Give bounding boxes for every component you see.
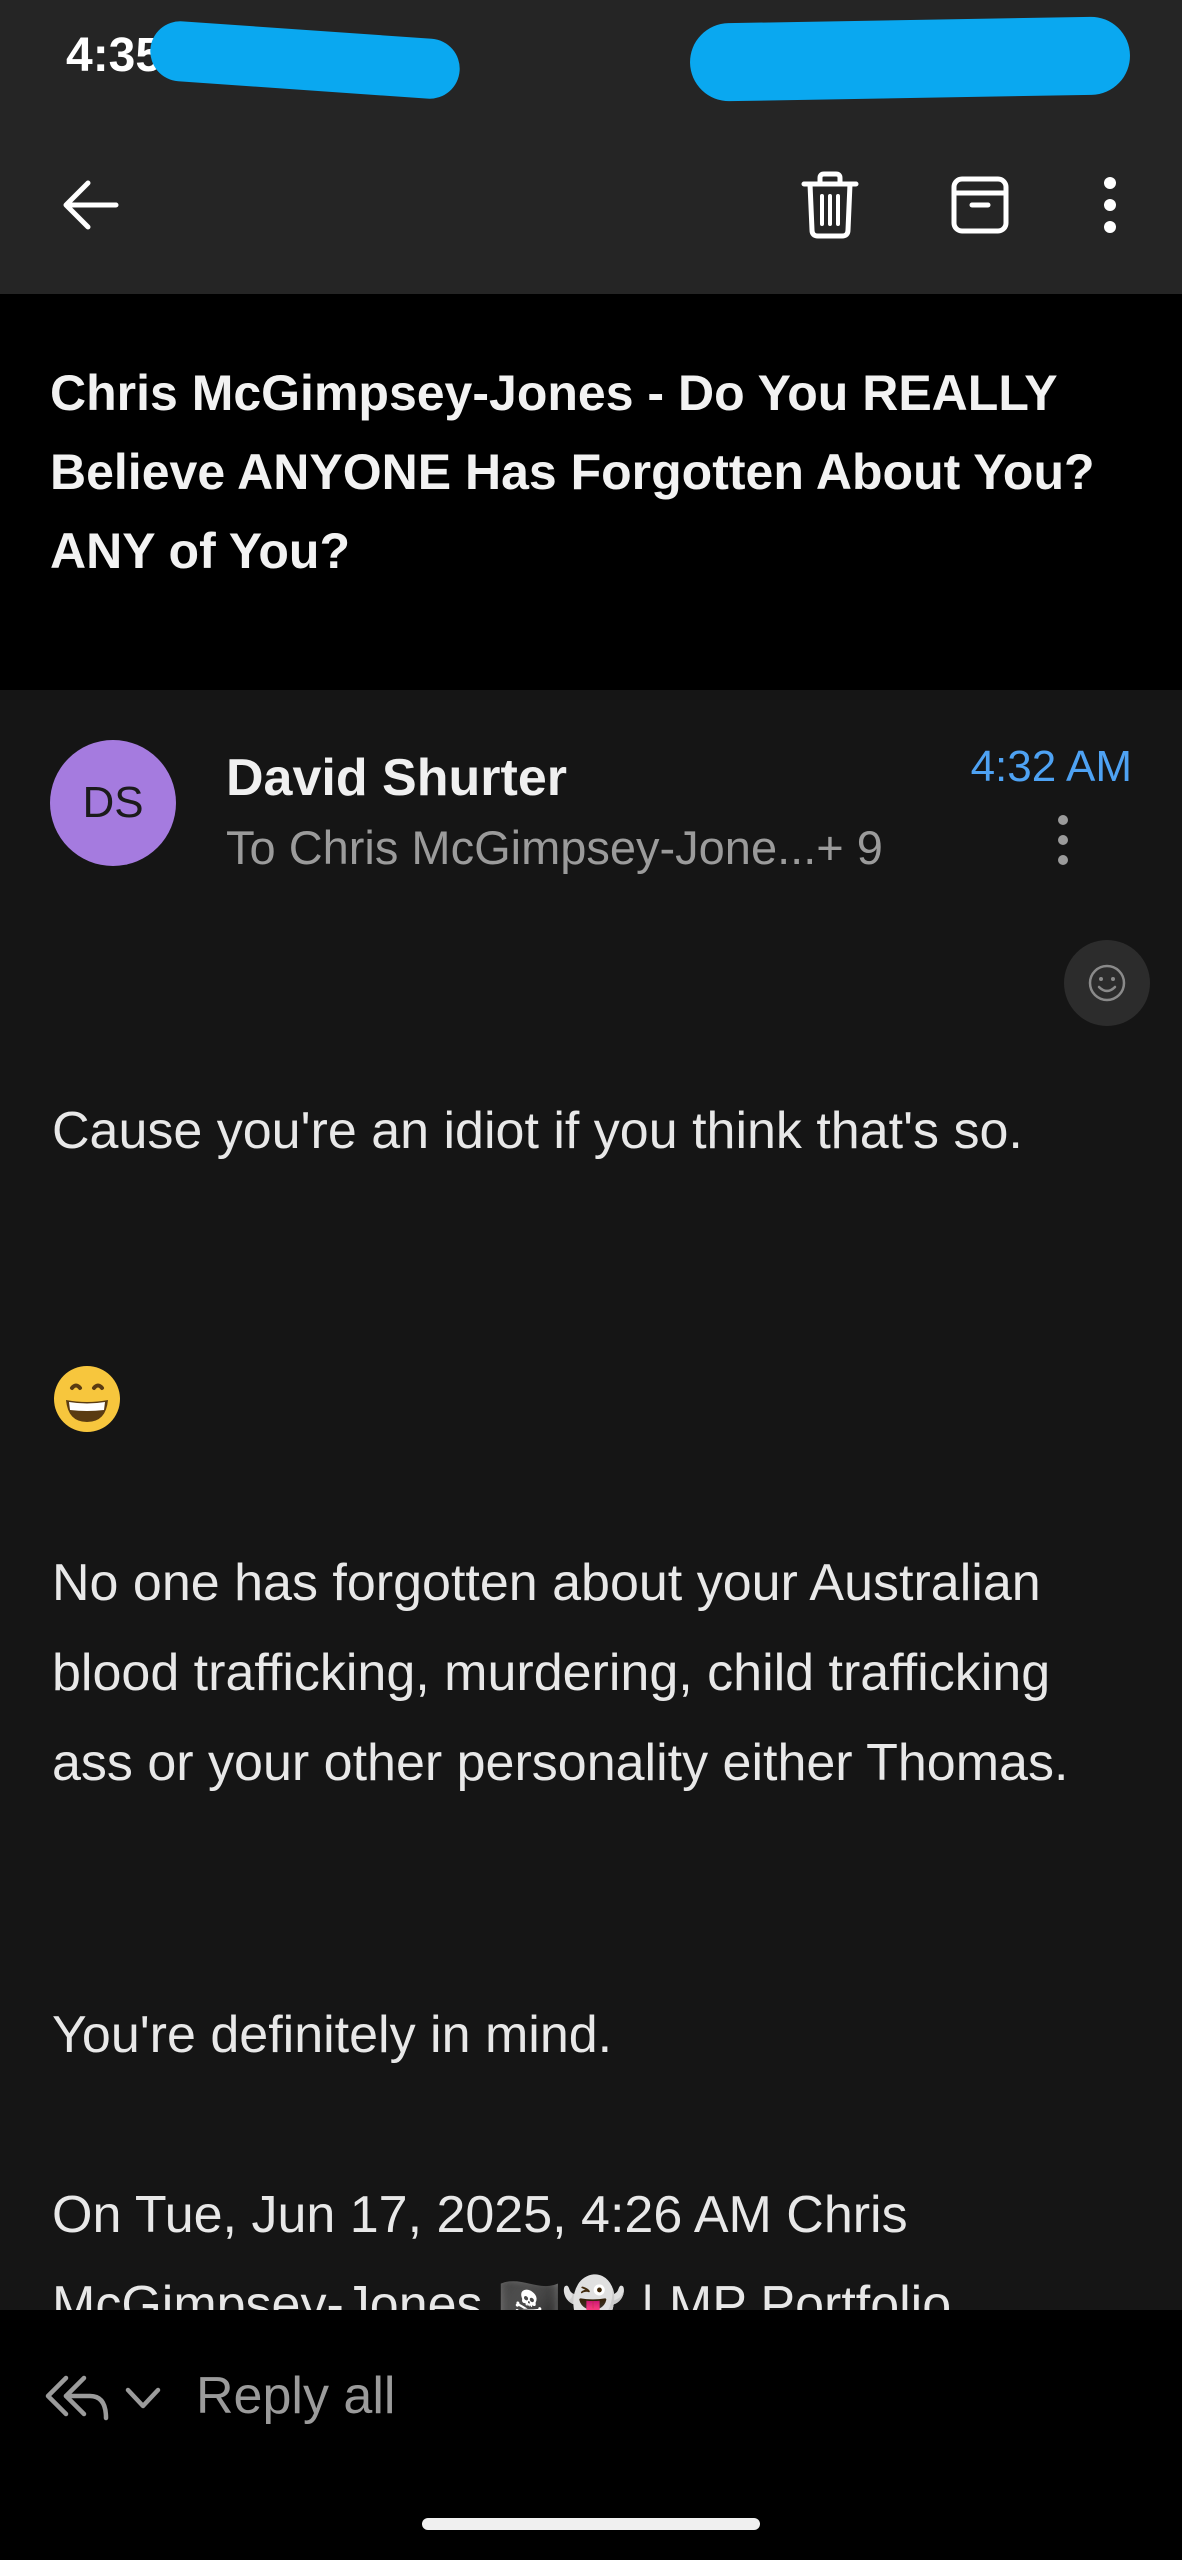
redaction-mark bbox=[689, 16, 1131, 102]
recipients-summary[interactable]: To Chris McGimpsey-Jone...+ 9 bbox=[226, 820, 883, 875]
sender-name[interactable]: David Shurter bbox=[226, 748, 567, 808]
delete-button[interactable] bbox=[780, 160, 880, 250]
quoted-header-line: On Tue, Jun 17, 2025, 4:26 AM Chris bbox=[52, 2186, 908, 2244]
chevron-down-icon[interactable] bbox=[120, 2378, 166, 2418]
smiley-icon bbox=[1088, 964, 1126, 1002]
avatar[interactable]: DS bbox=[50, 740, 176, 866]
more-options-button[interactable] bbox=[1080, 160, 1140, 250]
body-paragraph: No one has forgotten about your Australi… bbox=[52, 1554, 1069, 1792]
add-reaction-button[interactable] bbox=[1064, 940, 1150, 1026]
arrow-left-icon bbox=[63, 180, 119, 230]
top-app-bar: 4:35 bbox=[0, 0, 1182, 294]
archive-button[interactable] bbox=[930, 160, 1030, 250]
quoted-header-clip: On Tue, Jun 17, 2025, 4:26 AM Chris McGi… bbox=[0, 2170, 1182, 2310]
body-paragraph: You're definitely in mind. bbox=[52, 2006, 613, 2064]
redaction-mark bbox=[148, 19, 462, 101]
quoted-header: On Tue, Jun 17, 2025, 4:26 AM Chris McGi… bbox=[52, 2170, 1122, 2310]
grinning-face-emoji bbox=[54, 1366, 120, 1432]
body-paragraph: Cause you're an idiot if you think that'… bbox=[52, 1102, 1023, 1160]
email-subject: Chris McGimpsey-Jones - Do You REALLY Be… bbox=[50, 365, 1095, 579]
more-vertical-icon bbox=[1104, 177, 1116, 233]
trash-icon bbox=[801, 171, 859, 239]
more-vertical-icon bbox=[1058, 815, 1068, 865]
avatar-initials: DS bbox=[82, 778, 144, 827]
message-more-button[interactable] bbox=[1045, 810, 1081, 870]
quoted-header-line: McGimpsey-Jones 🏴‍☠️👻 | MP Portfolio bbox=[52, 2276, 952, 2310]
status-time: 4:35 bbox=[66, 29, 163, 82]
subject-header: Chris McGimpsey-Jones - Do You REALLY Be… bbox=[0, 294, 1182, 690]
message-time: 4:32 AM bbox=[970, 742, 1132, 791]
reply-all-icon[interactable] bbox=[42, 2370, 112, 2430]
archive-icon bbox=[951, 176, 1009, 234]
reply-all-button[interactable]: Reply all bbox=[196, 2366, 395, 2426]
back-button[interactable] bbox=[40, 165, 140, 245]
home-indicator[interactable] bbox=[422, 2518, 760, 2530]
